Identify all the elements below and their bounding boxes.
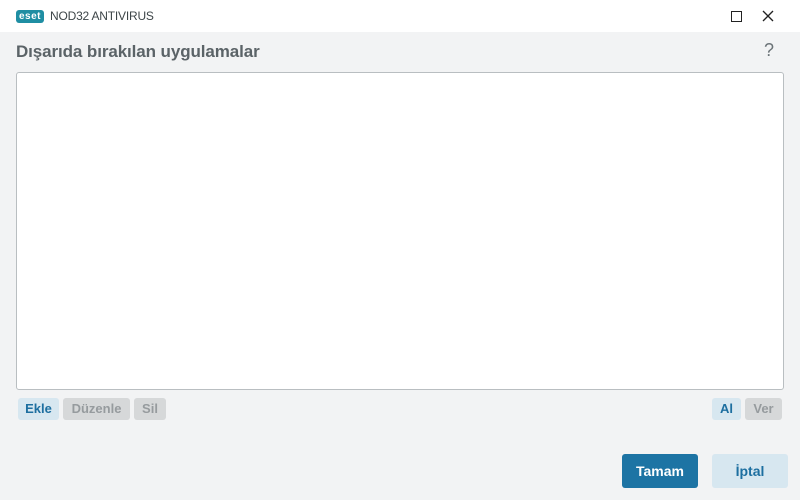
excluded-apps-list[interactable]: [16, 72, 784, 390]
ok-button[interactable]: Tamam: [622, 454, 698, 488]
page-title: Dışarıda bırakılan uygulamalar: [16, 42, 260, 61]
eset-logo: eset: [16, 9, 45, 23]
export-button[interactable]: Ver: [745, 398, 782, 420]
close-button[interactable]: [752, 0, 784, 32]
cancel-button[interactable]: İptal: [712, 454, 788, 488]
maximize-button[interactable]: [720, 0, 752, 32]
app-brand: eset NOD32 ANTIVIRUS: [16, 9, 154, 23]
delete-button[interactable]: Sil: [134, 398, 166, 420]
edit-button[interactable]: Düzenle: [63, 398, 130, 420]
help-button[interactable]: ?: [764, 40, 774, 61]
add-button[interactable]: Ekle: [18, 398, 59, 420]
close-icon: [762, 10, 774, 22]
exclusion-dialog-window: eset NOD32 ANTIVIRUS Dışarıda bırakılan …: [0, 0, 800, 500]
import-button[interactable]: Al: [712, 398, 741, 420]
product-name: NOD32 ANTIVIRUS: [50, 9, 154, 23]
maximize-icon: [730, 10, 742, 22]
titlebar: eset NOD32 ANTIVIRUS: [0, 0, 800, 32]
